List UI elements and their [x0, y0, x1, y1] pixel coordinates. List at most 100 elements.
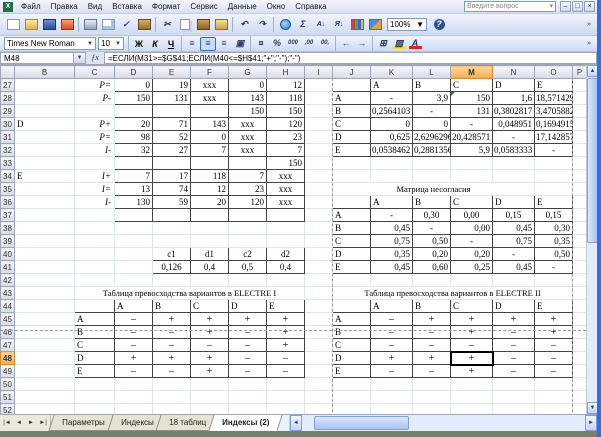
cell-D33[interactable]	[115, 157, 153, 170]
cell-E34[interactable]: 17	[153, 170, 191, 183]
cell-N36[interactable]: D	[493, 196, 535, 209]
cell-K42[interactable]	[371, 274, 413, 287]
window-minimize-button[interactable]: –	[560, 1, 571, 12]
cell-F27[interactable]: xxx	[191, 79, 229, 92]
cell-L31[interactable]: 2,6296296	[413, 131, 451, 144]
cell-O38[interactable]: 0,30	[535, 222, 573, 235]
cell-M31[interactable]: 20,428571	[451, 131, 493, 144]
cell-P42[interactable]	[573, 274, 587, 287]
row-header-47[interactable]: 47	[1, 339, 15, 352]
tab-nav-next-icon[interactable]: ►	[25, 417, 37, 430]
cell-C43[interactable]: Таблица превосходства вариантов в ELECTR…	[75, 287, 305, 300]
align-right-button[interactable]: ≡	[216, 37, 232, 51]
cell-I27[interactable]	[305, 79, 333, 92]
row-header-28[interactable]: 28	[1, 92, 15, 105]
cell-E47[interactable]: –	[153, 339, 191, 352]
formula-input[interactable]: =ЕСЛИ(M31>=$G$41;ЕСЛИ(M40<=$H$41;"+";"-"…	[104, 52, 597, 64]
print-preview-button[interactable]	[99, 16, 117, 33]
cell-L42[interactable]	[413, 274, 451, 287]
cell-E31[interactable]: 52	[153, 131, 191, 144]
cell-C34[interactable]: I+	[75, 170, 115, 183]
cell-P40[interactable]	[573, 248, 587, 261]
cell-N38[interactable]: 0,45	[493, 222, 535, 235]
sort-desc-button[interactable]: Я↓	[330, 16, 348, 33]
cell-O39[interactable]: 0,35	[535, 235, 573, 248]
cell-E50[interactable]	[153, 378, 191, 391]
cell-M47[interactable]: –	[451, 339, 493, 352]
sort-asc-button[interactable]: A↓	[312, 16, 330, 33]
cell-M48[interactable]: +	[451, 352, 493, 365]
cell-J43[interactable]: Таблица превосходства вариантов в ELECTR…	[333, 287, 573, 300]
cell-M44[interactable]: C	[451, 300, 493, 313]
cell-B49[interactable]	[15, 365, 75, 378]
cell-B47[interactable]	[15, 339, 75, 352]
cell-K27[interactable]: A	[371, 79, 413, 92]
cell-K46[interactable]: –	[371, 326, 413, 339]
cell-J36[interactable]	[333, 196, 371, 209]
menu-Сервис[interactable]: Сервис	[185, 0, 222, 13]
window-restore-button[interactable]: □	[572, 1, 583, 12]
cell-L51[interactable]	[413, 391, 451, 404]
cell-C39[interactable]	[75, 235, 115, 248]
align-left-button[interactable]: ≡	[184, 37, 200, 51]
cell-O30[interactable]: 0,1694915	[535, 118, 573, 131]
cell-J51[interactable]	[333, 391, 371, 404]
cell-K51[interactable]	[371, 391, 413, 404]
cell-G52[interactable]	[229, 404, 267, 415]
cell-P35[interactable]	[573, 183, 587, 196]
cell-J45[interactable]: A	[333, 313, 371, 326]
cell-O44[interactable]: E	[535, 300, 573, 313]
cell-O47[interactable]: –	[535, 339, 573, 352]
cell-H52[interactable]	[267, 404, 305, 415]
cell-N47[interactable]: –	[493, 339, 535, 352]
cell-K29[interactable]: 0,2564103	[371, 105, 413, 118]
cell-P43[interactable]	[573, 287, 587, 300]
cell-L40[interactable]: 0,20	[413, 248, 451, 261]
cell-P29[interactable]	[573, 105, 587, 118]
col-header-N[interactable]: N	[493, 66, 535, 79]
permission-button[interactable]	[58, 16, 76, 33]
cell-N33[interactable]	[493, 157, 535, 170]
cell-P41[interactable]	[573, 261, 587, 274]
copy-button[interactable]	[176, 16, 194, 33]
cell-I32[interactable]	[305, 144, 333, 157]
cell-E51[interactable]	[153, 391, 191, 404]
scroll-down-icon[interactable]: ▼	[587, 402, 597, 414]
cell-P49[interactable]	[573, 365, 587, 378]
cell-J28[interactable]: A	[333, 92, 371, 105]
horizontal-scroll-thumb[interactable]	[314, 416, 409, 430]
cell-G44[interactable]: D	[229, 300, 267, 313]
cell-D28[interactable]: 150	[115, 92, 153, 105]
cell-O33[interactable]	[535, 157, 573, 170]
cell-J44[interactable]	[333, 300, 371, 313]
cell-L46[interactable]: –	[413, 326, 451, 339]
chart-wizard-button[interactable]	[348, 16, 366, 33]
cell-D34[interactable]: 7	[115, 170, 153, 183]
cell-M41[interactable]: 0,25	[451, 261, 493, 274]
cell-M29[interactable]: 131	[451, 105, 493, 118]
redo-button[interactable]: ↷	[253, 16, 271, 33]
cell-F40[interactable]: d1	[191, 248, 229, 261]
cell-L48[interactable]: +	[413, 352, 451, 365]
cell-K47[interactable]: –	[371, 339, 413, 352]
cell-C47[interactable]: C	[75, 339, 115, 352]
cell-G34[interactable]: 7	[229, 170, 267, 183]
col-header-O[interactable]: O	[535, 66, 573, 79]
cell-H51[interactable]	[267, 391, 305, 404]
cell-M34[interactable]	[451, 170, 493, 183]
toolbar-options-icon[interactable]: »	[587, 40, 597, 47]
cell-M45[interactable]: +	[451, 313, 493, 326]
cell-B33[interactable]	[15, 157, 75, 170]
cell-M38[interactable]: 0,00	[451, 222, 493, 235]
cell-F42[interactable]	[191, 274, 229, 287]
cell-B39[interactable]	[15, 235, 75, 248]
cell-E35[interactable]: 74	[153, 183, 191, 196]
cell-P36[interactable]	[573, 196, 587, 209]
cell-L39[interactable]: 0,50	[413, 235, 451, 248]
cell-J35[interactable]: Матрица несогласия	[333, 183, 535, 196]
col-header-P[interactable]: P	[573, 66, 587, 79]
drawing-button[interactable]	[366, 16, 384, 33]
cell-G40[interactable]: c2	[229, 248, 267, 261]
cell-L45[interactable]: +	[413, 313, 451, 326]
cell-D30[interactable]: 20	[115, 118, 153, 131]
